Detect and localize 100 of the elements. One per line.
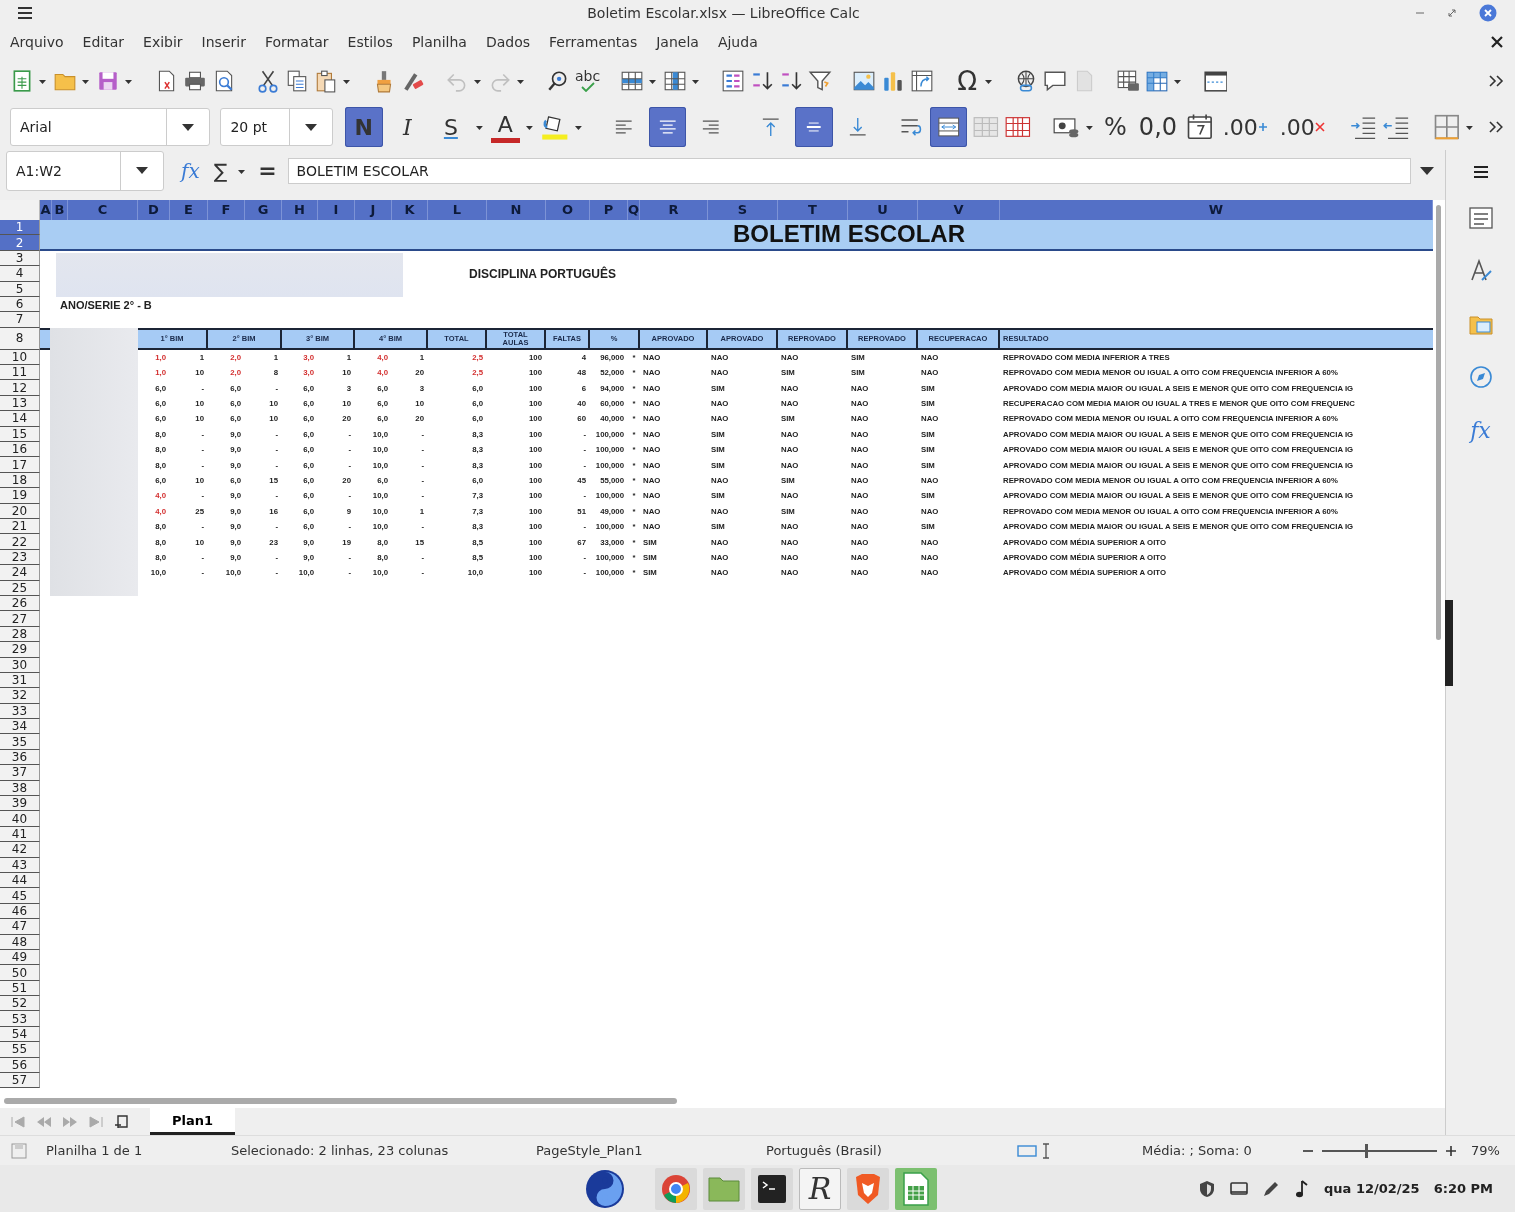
window-split-icon[interactable]	[1203, 69, 1228, 93]
column-header[interactable]: R	[640, 199, 708, 220]
number-format-button[interactable]: 0,0	[1135, 107, 1181, 147]
column-header[interactable]: B	[52, 199, 68, 220]
row-header[interactable]: 32	[0, 688, 40, 704]
maximize-icon[interactable]	[1447, 8, 1457, 18]
calendar-icon[interactable]	[1186, 113, 1214, 141]
row-header[interactable]: 34	[0, 719, 40, 735]
column-header[interactable]: L	[428, 199, 487, 220]
menu-item[interactable]: Estilos	[347, 34, 393, 50]
sort-icon[interactable]	[721, 69, 746, 93]
italic-button[interactable]: I	[388, 107, 427, 147]
zoom-level[interactable]: 79%	[1471, 1143, 1500, 1158]
underline-button[interactable]: S	[432, 107, 470, 147]
scissors-icon[interactable]	[256, 69, 280, 93]
column-header[interactable]: Q	[628, 199, 640, 220]
caret-icon[interactable]	[181, 122, 196, 132]
column-header[interactable]: W	[1000, 199, 1433, 220]
row-header[interactable]: 40	[0, 811, 40, 827]
table-row-icon[interactable]	[620, 69, 645, 93]
row-header[interactable]: 24	[0, 565, 40, 581]
column-header[interactable]: H	[282, 199, 318, 220]
row-header[interactable]: 29	[0, 642, 40, 658]
menu-item[interactable]: Exibir	[143, 34, 183, 50]
percent-format-button[interactable]: %	[1101, 107, 1130, 147]
row-header[interactable]: 35	[0, 734, 40, 750]
row-header[interactable]: 55	[0, 1042, 40, 1058]
column-header[interactable]: P	[590, 199, 628, 220]
column-header[interactable]: O	[546, 199, 590, 220]
column-header[interactable]: G	[245, 199, 282, 220]
add-decimal-button[interactable]: .00	[1219, 107, 1271, 147]
row-header[interactable]: 57	[0, 1073, 40, 1089]
formula-button[interactable]: =	[255, 158, 280, 184]
row-header[interactable]: 16	[0, 442, 40, 458]
row-header[interactable]: 27	[0, 611, 40, 627]
column-header[interactable]: D	[138, 199, 170, 220]
row-header[interactable]: 17	[0, 457, 40, 473]
column-header[interactable]: U	[848, 199, 918, 220]
menu-item[interactable]: Dados	[485, 34, 530, 50]
menu-item[interactable]: Ferramentas	[549, 34, 638, 50]
sidebar-handle[interactable]	[1445, 600, 1453, 686]
display-icon[interactable]	[1230, 1180, 1249, 1197]
compass-icon[interactable]	[1467, 364, 1494, 390]
sort-descending-icon[interactable]	[779, 69, 804, 93]
menu-item[interactable]: Planilha	[411, 34, 467, 50]
scrollbar-thumb[interactable]	[4, 1098, 677, 1104]
caret-icon[interactable]	[303, 122, 318, 132]
align-center-icon[interactable]	[648, 107, 687, 147]
menu-icon[interactable]	[18, 7, 32, 19]
sheet-tab[interactable]: Plan1	[150, 1108, 236, 1135]
align-middle-icon[interactable]	[795, 107, 833, 147]
speech-bubble-icon[interactable]	[1043, 69, 1068, 93]
caret-icon[interactable]	[135, 166, 149, 176]
table-icon[interactable]	[1005, 114, 1031, 140]
column-header[interactable]: E	[170, 199, 208, 220]
spellcheck-button[interactable]: abc	[575, 70, 601, 92]
row-header[interactable]: 2	[0, 235, 40, 251]
special-character-button[interactable]: Ω	[954, 68, 981, 94]
menu-item[interactable]: Inserir	[201, 34, 246, 50]
functions-button[interactable]: fx	[1470, 418, 1491, 443]
yin-yang-icon[interactable]	[585, 1168, 625, 1209]
lion-shield-app-icon[interactable]	[847, 1167, 889, 1210]
table-printer-icon[interactable]	[1116, 69, 1141, 93]
scrollbar-thumb[interactable]	[1436, 204, 1441, 640]
formula-input-field[interactable]: BOLETIM ESCOLAR	[287, 157, 1411, 184]
column-header[interactable]: S	[708, 199, 778, 220]
table-freeze-icon[interactable]	[1145, 69, 1170, 93]
caret-icon[interactable]	[1419, 165, 1435, 176]
image-icon[interactable]	[852, 69, 877, 93]
row-header[interactable]: 47	[0, 919, 40, 935]
menu-item[interactable]: Arquivo	[10, 34, 64, 50]
zoom-in-icon[interactable]	[1445, 1144, 1457, 1157]
menu-item[interactable]: Formatar	[264, 34, 329, 50]
row-header[interactable]: 52	[0, 996, 40, 1012]
row-header[interactable]: 22	[0, 534, 40, 550]
row-header[interactable]: 7	[0, 312, 40, 328]
copy-icon[interactable]	[285, 69, 309, 93]
column-header[interactable]: T	[778, 199, 848, 220]
r-app-button[interactable]: R	[799, 1167, 841, 1210]
zoom-slider-thumb[interactable]	[1364, 1143, 1368, 1158]
column-header[interactable]: V	[918, 199, 1000, 220]
row-header[interactable]: 53	[0, 1011, 40, 1027]
row-header[interactable]: 11	[0, 365, 40, 381]
row-header[interactable]: 37	[0, 765, 40, 781]
column-header[interactable]: A	[40, 199, 52, 220]
clipboard-icon[interactable]	[314, 69, 338, 93]
column-header[interactable]: I	[318, 199, 355, 220]
column-header[interactable]: J	[355, 199, 392, 220]
column-header[interactable]: N	[487, 199, 546, 220]
sum-button[interactable]: ∑	[210, 158, 231, 183]
font-size-field[interactable]: 20 pt	[220, 108, 333, 146]
close-icon[interactable]	[1491, 36, 1503, 48]
spreadsheet-app-icon[interactable]	[895, 1167, 937, 1210]
add-sheet-icon[interactable]	[114, 1113, 130, 1130]
font-color-button[interactable]: A	[490, 111, 521, 143]
delete-decimal-button[interactable]: .00	[1276, 107, 1328, 147]
browser-app-icon[interactable]	[655, 1167, 697, 1210]
table-column-icon[interactable]	[663, 69, 688, 93]
name-box-field[interactable]: A1:W2	[6, 150, 164, 191]
row-header[interactable]: 19	[0, 488, 40, 504]
